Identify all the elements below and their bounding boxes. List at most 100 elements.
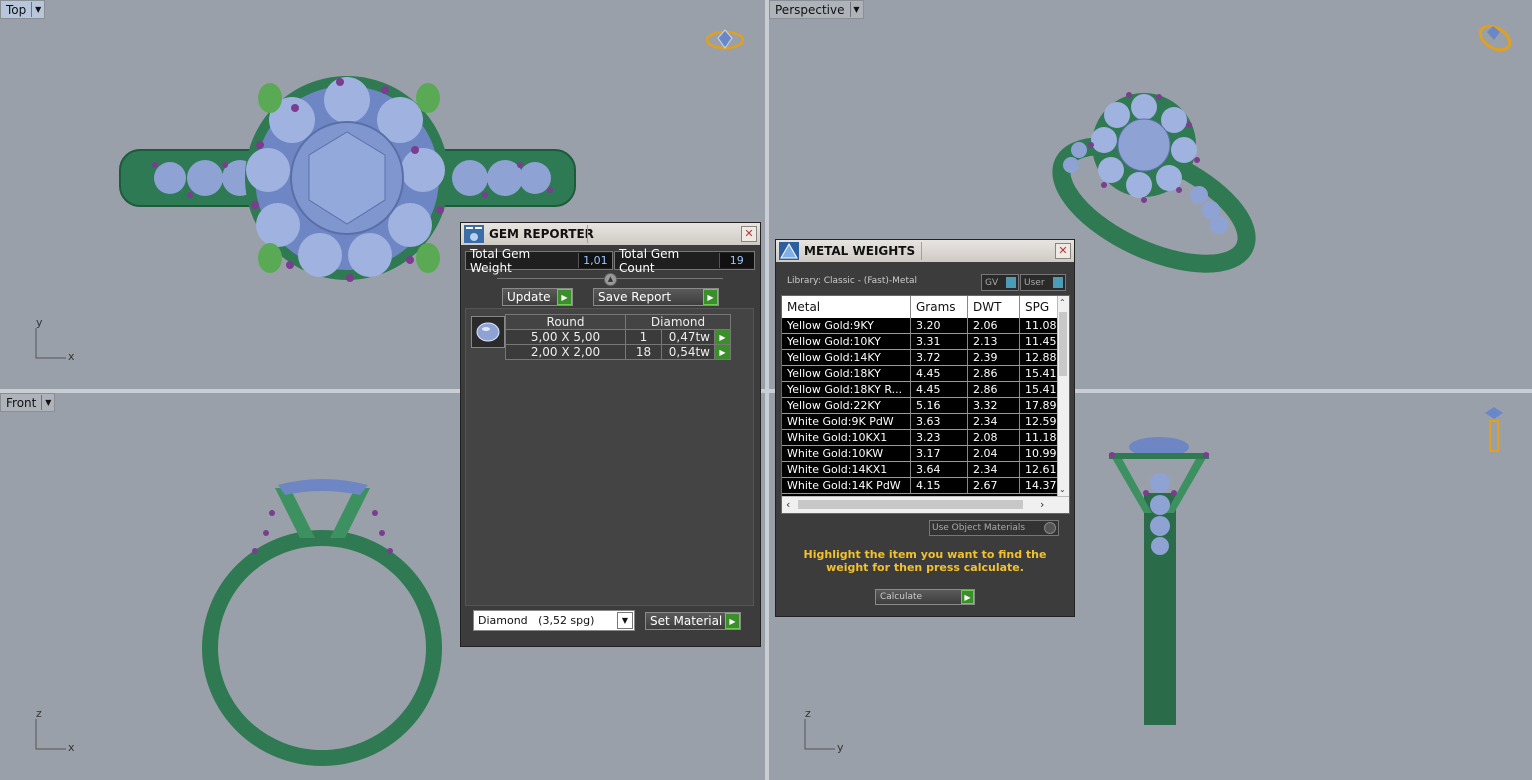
ring-perspective-view <box>1052 92 1256 273</box>
orientation-gizmo-icon[interactable] <box>705 26 745 57</box>
table-cell: 3.23 <box>911 430 968 445</box>
scroll-down-icon[interactable]: ⌄ <box>1059 485 1066 494</box>
set-material-button[interactable]: Set Material ▶ <box>645 612 741 630</box>
metal-table-header: Metal Grams DWT SPG <box>782 296 1058 318</box>
scroll-left-icon[interactable]: ‹ <box>786 498 790 511</box>
play-arrow-icon[interactable]: ▶ <box>714 344 731 360</box>
material-select[interactable]: Diamond (3,52 spg) ▼ <box>473 610 635 631</box>
play-arrow-icon: ▶ <box>725 613 740 629</box>
table-cell: 3.32 <box>968 398 1020 413</box>
table-cell: 3.20 <box>911 318 968 333</box>
table-cell: 11.18 <box>1020 430 1058 445</box>
gv-toggle[interactable]: GV <box>981 274 1019 291</box>
table-cell: 2.06 <box>968 318 1020 333</box>
table-cell: 2.04 <box>968 446 1020 461</box>
horizontal-scrollbar[interactable]: ‹ › <box>782 496 1069 513</box>
table-cell: 2.67 <box>968 478 1020 493</box>
scroll-right-icon[interactable]: › <box>1040 498 1044 511</box>
table-cell: 2.34 <box>968 414 1020 429</box>
metal-weights-titlebar[interactable]: METAL WEIGHTS ✕ <box>776 240 1074 262</box>
ring-front-view <box>202 479 442 766</box>
table-cell: 4.45 <box>911 366 968 381</box>
table-row[interactable]: White Gold:9K PdW 3.63 2.34 12.59 <box>782 414 1058 430</box>
table-cell: 4.45 <box>911 382 968 397</box>
use-object-materials-toggle[interactable]: Use Object Materials <box>929 520 1059 536</box>
metal-table[interactable]: Metal Grams DWT SPG Yellow Gold:9KY 3.20 2… <box>781 295 1070 514</box>
table-cell: 3.64 <box>911 462 968 477</box>
table-row[interactable]: White Gold:10KW 3.17 2.04 10.99 <box>782 446 1058 462</box>
table-row[interactable]: Yellow Gold:18KY R... 4.45 2.86 15.41 <box>782 382 1058 398</box>
table-row[interactable]: Yellow Gold:10KY 3.31 2.13 11.45 <box>782 334 1058 350</box>
toggle-indicator-icon <box>1044 522 1056 534</box>
chevron-down-icon[interactable]: ▼ <box>31 2 44 17</box>
table-row[interactable]: White Gold:14K PdW 4.15 2.67 14.37 <box>782 478 1058 494</box>
hint-text: Highlight the item you want to find the … <box>803 548 1047 574</box>
viewport-title-front[interactable]: Front ▼ <box>0 393 56 412</box>
vertical-scrollbar[interactable]: ⌃ ⌄ <box>1057 296 1069 496</box>
table-row[interactable]: White Gold:14KX1 3.64 2.34 12.61 <box>782 462 1058 478</box>
gem-reporter-titlebar[interactable]: GEM REPORTER ✕ <box>461 223 760 245</box>
scroll-thumb[interactable] <box>1059 312 1067 376</box>
orientation-gizmo-icon[interactable] <box>1475 22 1515 57</box>
chevron-down-icon[interactable]: ▼ <box>849 2 863 17</box>
scroll-up-icon[interactable]: ⌃ <box>1059 298 1066 307</box>
table-cell: Yellow Gold:18KY <box>782 366 911 381</box>
table-cell: 15.41 <box>1020 366 1058 381</box>
scroll-thumb[interactable] <box>798 500 1023 509</box>
gem-table: Round Diamond 5,00 X 5,00 1 0,47tw ▶ 2,0… <box>505 314 731 360</box>
table-cell: 11.45 <box>1020 334 1058 349</box>
table-cell: 12.59 <box>1020 414 1058 429</box>
viewport-title-top[interactable]: Top ▼ <box>0 0 46 19</box>
table-row[interactable]: White Gold:10KX1 3.23 2.08 11.18 <box>782 430 1058 446</box>
viewport-title-perspective[interactable]: Perspective ▼ <box>769 0 864 19</box>
table-cell: Yellow Gold:9KY <box>782 318 911 333</box>
table-cell: 4.15 <box>911 478 968 493</box>
table-cell: 3.31 <box>911 334 968 349</box>
table-cell: 17.89 <box>1020 398 1058 413</box>
table-row[interactable]: Yellow Gold:9KY 3.20 2.06 11.08 <box>782 318 1058 334</box>
orientation-gizmo-icon[interactable] <box>1481 403 1507 458</box>
play-arrow-icon: ▶ <box>961 590 974 604</box>
table-cell: 12.88 <box>1020 350 1058 365</box>
chevron-down-icon[interactable]: ▼ <box>617 612 633 629</box>
viewport-splitter-horizontal[interactable] <box>0 389 1532 393</box>
table-cell: 15.41 <box>1020 382 1058 397</box>
table-cell: 2.39 <box>968 350 1020 365</box>
table-row[interactable]: Yellow Gold:14KY 3.72 2.39 12.88 <box>782 350 1058 366</box>
table-cell: 12.61 <box>1020 462 1058 477</box>
table-cell: 2.86 <box>968 382 1020 397</box>
table-row[interactable]: Yellow Gold:18KY 4.45 2.86 15.41 <box>782 366 1058 382</box>
total-gem-weight-field: Total Gem Weight 1,01 <box>465 247 613 275</box>
calculate-button[interactable]: Calculate ▶ <box>875 589 975 605</box>
collapse-handle-icon[interactable]: ▲ <box>604 273 617 286</box>
play-arrow-icon[interactable]: ▶ <box>714 329 731 345</box>
metal-weights-icon <box>778 241 800 261</box>
table-cell: 2.08 <box>968 430 1020 445</box>
total-gem-count-field: Total Gem Count 19 <box>614 247 755 275</box>
table-cell: 11.08 <box>1020 318 1058 333</box>
table-cell: Yellow Gold:18KY R... <box>782 382 911 397</box>
gem-reporter-panel: GEM REPORTER ✕ Total Gem Weight 1,01 Tot… <box>460 222 761 647</box>
table-cell: 5.16 <box>911 398 968 413</box>
table-cell: Yellow Gold:14KY <box>782 350 911 365</box>
axis-indicator: z x <box>35 707 75 754</box>
table-cell: 3.63 <box>911 414 968 429</box>
library-label: Library: Classic - (Fast)-Metal <box>787 276 918 286</box>
table-cell: White Gold:14K PdW <box>782 478 911 493</box>
close-icon[interactable]: ✕ <box>1055 243 1071 259</box>
save-report-button[interactable]: Save Report ▶ <box>593 288 719 306</box>
table-cell: 2.13 <box>968 334 1020 349</box>
axis-indicator: z y <box>804 707 844 754</box>
play-arrow-icon: ▶ <box>557 289 572 305</box>
user-toggle[interactable]: User <box>1020 274 1066 291</box>
table-cell: White Gold:9K PdW <box>782 414 911 429</box>
update-button[interactable]: Update ▶ <box>502 288 573 306</box>
table-cell: 3.72 <box>911 350 968 365</box>
close-icon[interactable]: ✕ <box>741 226 757 242</box>
table-cell: White Gold:10KW <box>782 446 911 461</box>
chevron-down-icon[interactable]: ▼ <box>41 395 54 410</box>
table-cell: 2.86 <box>968 366 1020 381</box>
table-row[interactable]: 2,00 X 2,00 18 0,54tw ▶ <box>505 344 731 360</box>
table-row[interactable]: Yellow Gold:22KY 5.16 3.32 17.89 <box>782 398 1058 414</box>
table-row[interactable]: 5,00 X 5,00 1 0,47tw ▶ <box>505 329 731 345</box>
